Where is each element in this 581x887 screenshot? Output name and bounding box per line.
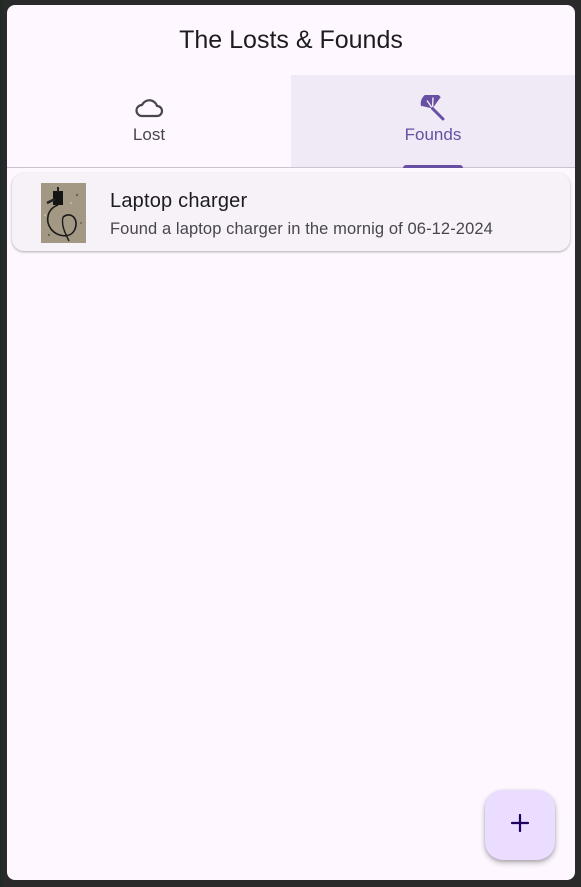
- plus-icon: [509, 812, 531, 839]
- add-item-button[interactable]: [485, 790, 555, 860]
- tab-founds-label: Founds: [404, 125, 462, 144]
- item-title: Laptop charger: [110, 190, 248, 212]
- tab-lost[interactable]: Lost: [7, 75, 291, 167]
- item-subtitle: Found a laptop charger in the mornig of …: [110, 220, 493, 238]
- tab-indicator: [403, 165, 463, 168]
- app-window: The Losts & Founds Lost Founds Laptop ch…: [7, 5, 575, 880]
- app-title: The Losts & Founds: [179, 26, 403, 54]
- tab-bar: Lost Founds: [7, 75, 575, 168]
- umbrella-icon: [417, 95, 449, 121]
- tab-founds[interactable]: Founds: [291, 75, 575, 168]
- laptop-charger-photo: [41, 183, 86, 243]
- tab-lost-label: Lost: [132, 125, 166, 144]
- list-item[interactable]: Laptop charger Found a laptop charger in…: [12, 173, 570, 251]
- cloud-icon: [133, 95, 165, 121]
- found-items-list: Laptop charger Found a laptop charger in…: [12, 173, 570, 251]
